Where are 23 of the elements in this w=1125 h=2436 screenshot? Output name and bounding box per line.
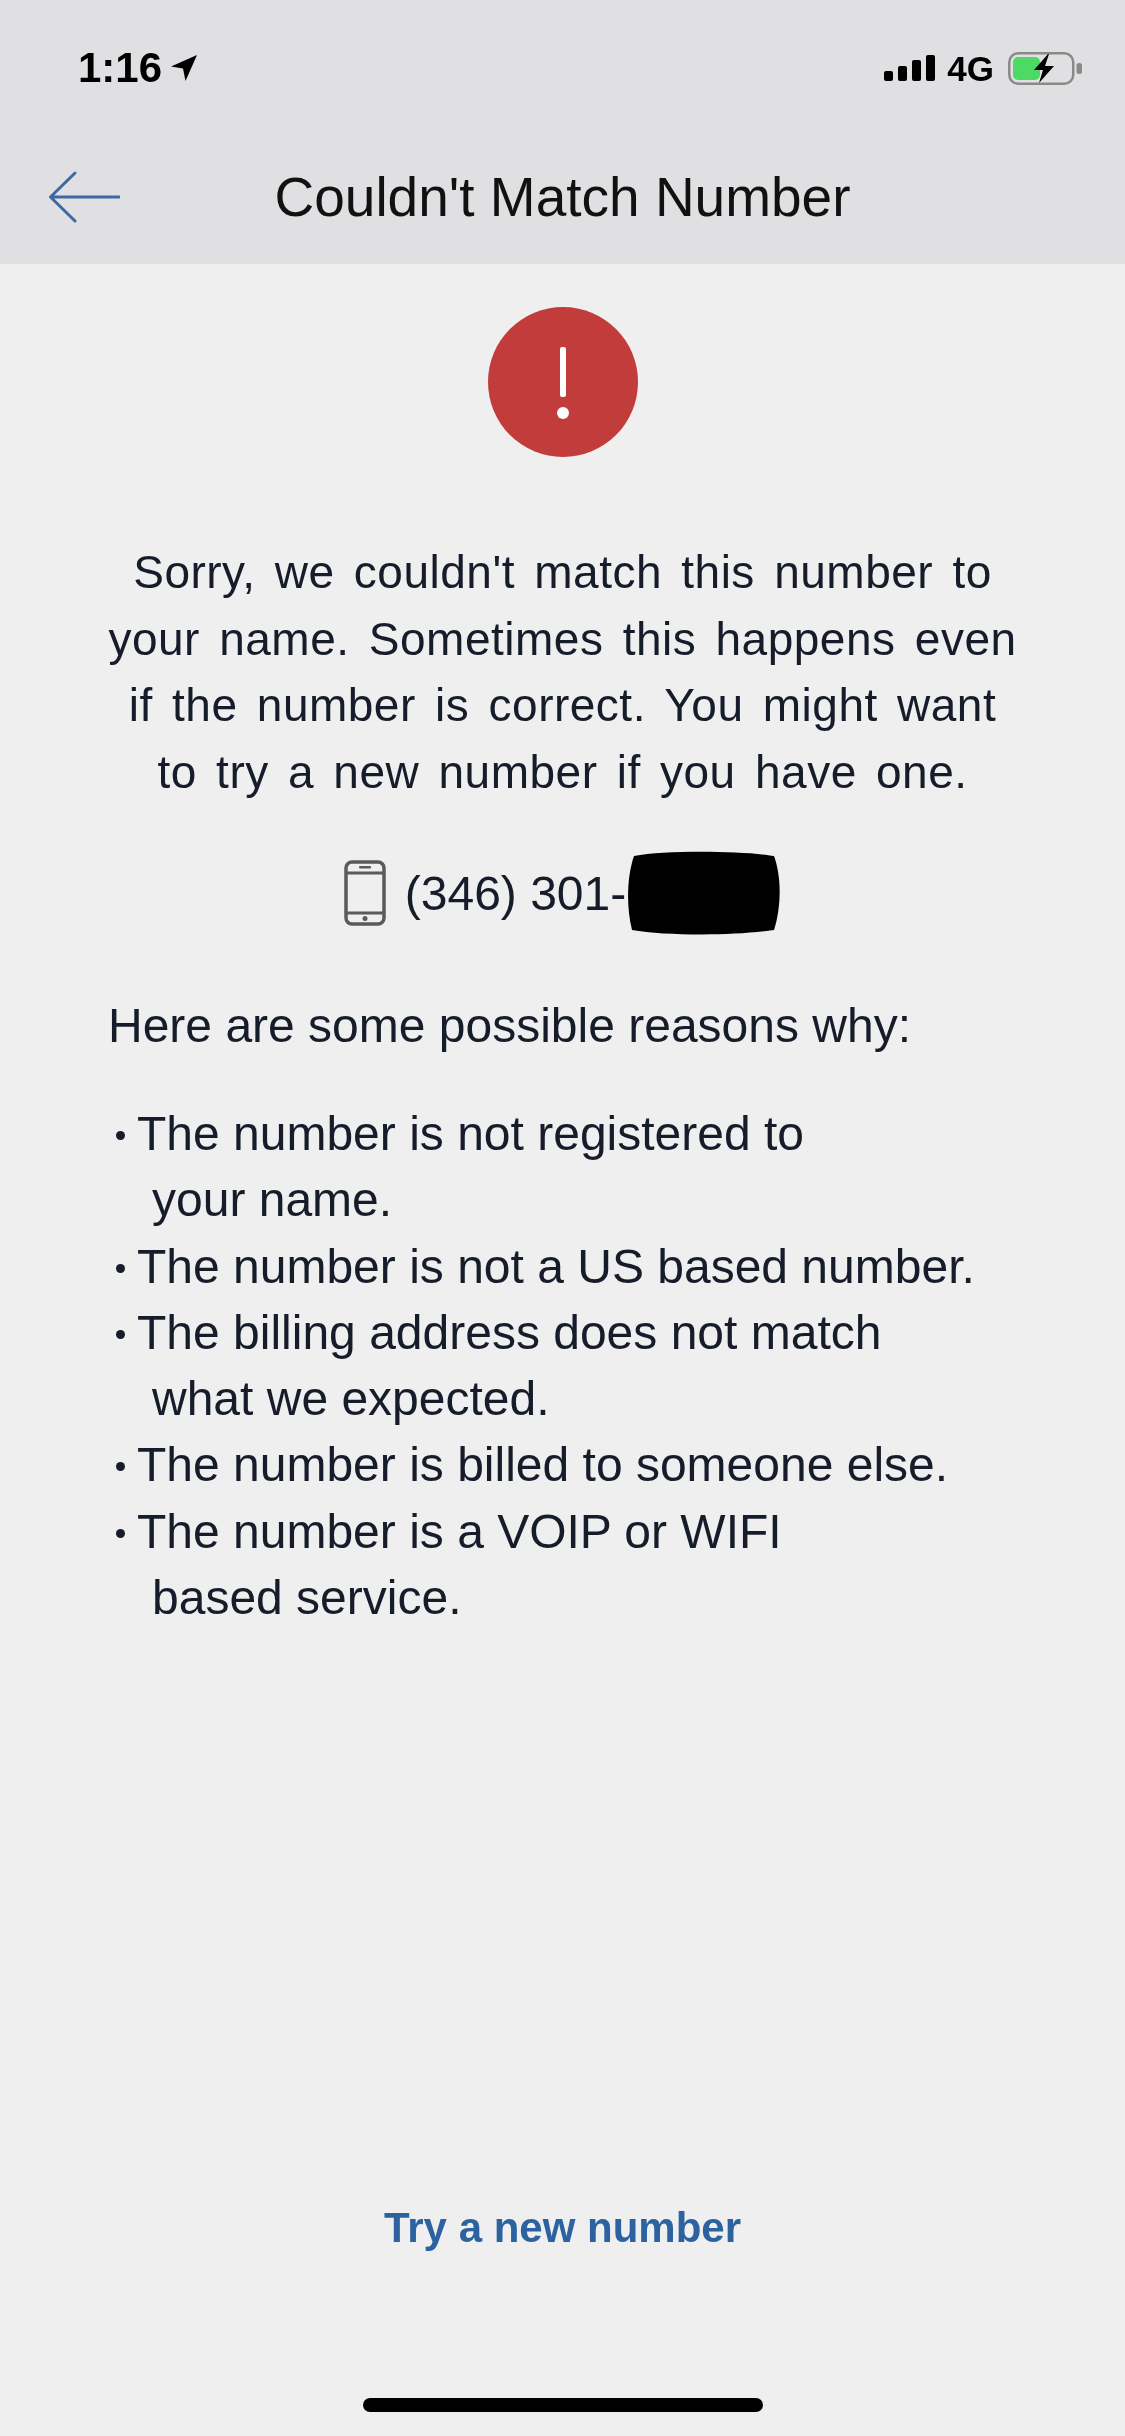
reason-text: The number is not a US based number.: [137, 1238, 975, 1295]
bullet-icon: [116, 1329, 125, 1339]
location-arrow-icon: [170, 54, 199, 82]
reason-text: The billing address does not match what we expected.: [137, 1304, 882, 1428]
reasons-intro: Here are some possible reasons why:: [108, 998, 912, 1054]
back-arrow-icon: [48, 171, 120, 223]
alert-icon: [487, 307, 638, 457]
network-label: 4G: [947, 50, 994, 86]
signal-icon: [884, 55, 936, 81]
bullet-icon: [116, 1462, 125, 1472]
battery-icon: [1008, 51, 1082, 85]
phone-number: (346) 301-: [404, 865, 627, 921]
try-new-number-link[interactable]: Try a new number: [363, 2178, 762, 2278]
reason-text: The number is a VOIP or WIFI based service.: [137, 1503, 782, 1627]
error-message: Sorry, we couldn't match this number to your name. Sometimes this happens even if the number is correct. You might want to try a new number if you have one.: [107, 545, 1018, 800]
reason-text: The number is billed to someone else.: [137, 1437, 949, 1494]
reason-text: The number is not registered to your name.: [137, 1106, 804, 1229]
bullet-icon: [116, 1528, 125, 1538]
status-time: 1:16: [78, 47, 163, 89]
bullet-icon: [116, 1131, 125, 1140]
bullet-icon: [116, 1263, 125, 1273]
screen-title: Couldn't Match Number: [274, 165, 851, 229]
smartphone-icon: [343, 860, 386, 926]
